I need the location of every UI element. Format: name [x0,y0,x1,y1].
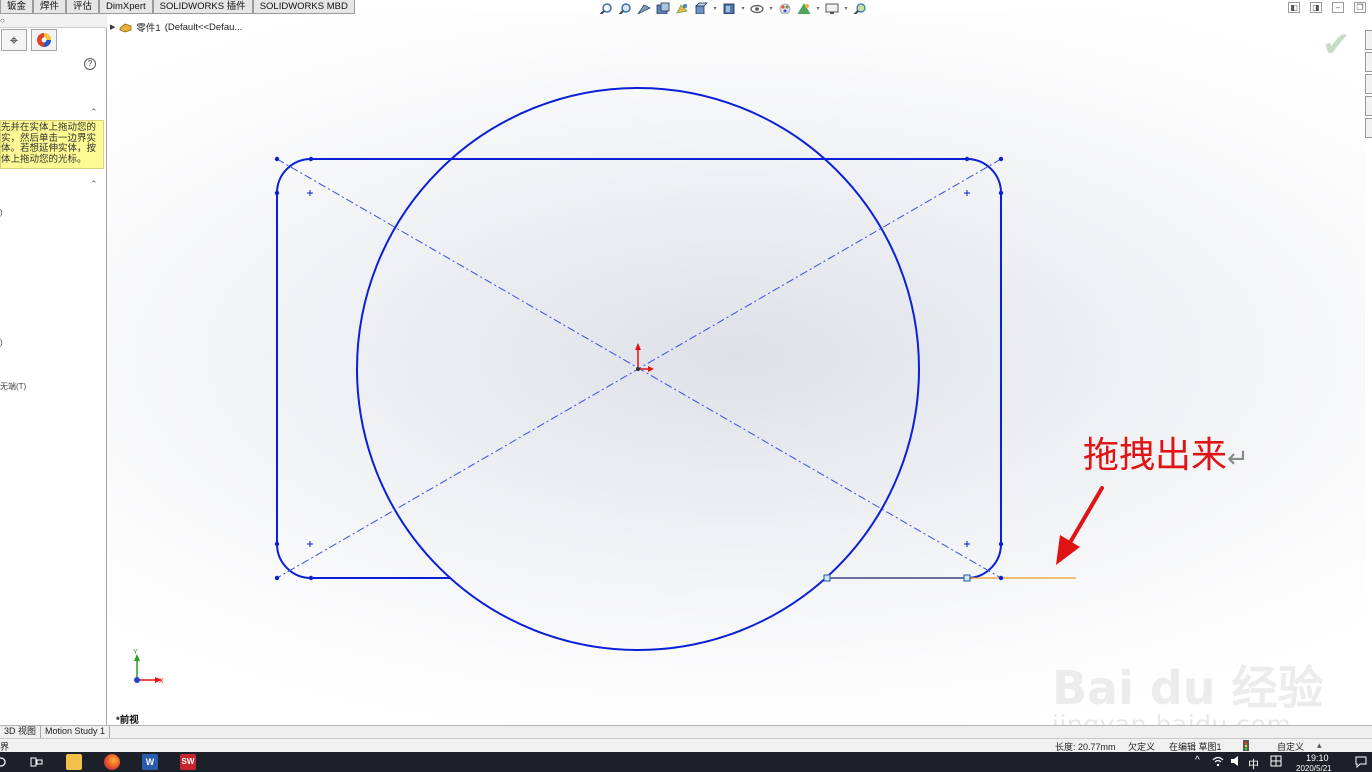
return-mark: ↵ [1227,444,1249,474]
solidworks-icon[interactable]: SW [180,754,196,770]
task-pane-tab[interactable] [1365,52,1372,72]
units-dropdown-icon[interactable]: ▴ [1317,740,1322,751]
triad-x-label: X [159,678,164,685]
volume-icon[interactable] [1230,755,1242,770]
sketch-point[interactable] [998,190,1004,196]
firefox-icon[interactable] [104,754,120,770]
arc-center-marker[interactable] [307,541,313,547]
sketch-point[interactable] [998,575,1004,581]
clock-date[interactable]: 2020/5/21 [1296,764,1332,772]
task-pane-tab[interactable] [1365,74,1372,94]
view-name-label: *前视 [116,715,139,726]
sketch-point[interactable] [274,190,280,196]
sketch-point[interactable] [308,156,314,162]
tab-3d-view[interactable]: 3D 视图 [0,726,42,738]
annotation-arrow [1056,486,1104,565]
task-pane-tab[interactable] [1365,96,1372,116]
sketch-point[interactable] [308,575,314,581]
arc-center-marker[interactable] [964,541,970,547]
triad-origin [134,677,140,683]
feature-tree-flyout[interactable]: ▶ 零件1 (Default<<Defau... [110,20,243,35]
sketch-point[interactable] [998,541,1004,547]
sketch-point[interactable] [274,575,280,581]
status-bar: 界 长度: 20.77mm 欠定义 在编辑 草图1 自定义 ▴ [0,738,1372,752]
part-name[interactable]: 零件1 [136,20,160,34]
confirm-check-icon[interactable]: ✔ [1322,28,1351,62]
search-icon[interactable] [0,754,8,770]
selected-endpoint[interactable] [823,574,831,582]
notification-icon[interactable] [1355,756,1367,771]
ime-indicator[interactable]: 中 [1248,756,1259,772]
arc-center-marker[interactable] [307,190,313,196]
tab-motion-study[interactable]: Motion Study 1 [41,726,111,738]
task-pane-tab[interactable] [1365,118,1372,138]
sketch-point[interactable] [998,156,1004,162]
expand-arrow-icon[interactable]: ▶ [110,23,115,31]
sketch-point[interactable] [964,156,970,162]
task-view-icon[interactable] [28,754,44,770]
sketch-origin[interactable] [635,343,654,372]
triad-y-label: Y [133,649,138,656]
annotation-text: 拖拽出来↵ [1083,426,1249,478]
ime-mode-icon[interactable] [1270,755,1282,770]
clock-time[interactable]: 19:10 [1306,753,1329,763]
bottom-tabs: 3D 视图 Motion Study 1 [0,725,1372,738]
part-icon [119,22,132,33]
sketch-point[interactable] [274,541,280,547]
show-hidden-icons-icon[interactable]: ^ [1195,755,1200,766]
file-explorer-icon[interactable] [66,754,82,770]
annotation-label: 拖拽出来 [1083,435,1228,476]
windows-taskbar: W SW ^ 中 19:10 2020/5/21 [0,752,1372,772]
sketch-point[interactable] [274,156,280,162]
task-pane-tab[interactable] [1365,30,1372,50]
wifi-icon[interactable] [1212,755,1224,770]
task-pane-strip [1365,30,1372,160]
selected-endpoint[interactable] [963,574,971,582]
view-triad: Y X [133,649,164,685]
arc-center-marker[interactable] [964,190,970,196]
watermark-title: Bai du 经验 [1052,661,1324,715]
configuration-name[interactable]: (Default<<Defau... [165,22,243,33]
word-icon[interactable]: W [142,754,158,770]
